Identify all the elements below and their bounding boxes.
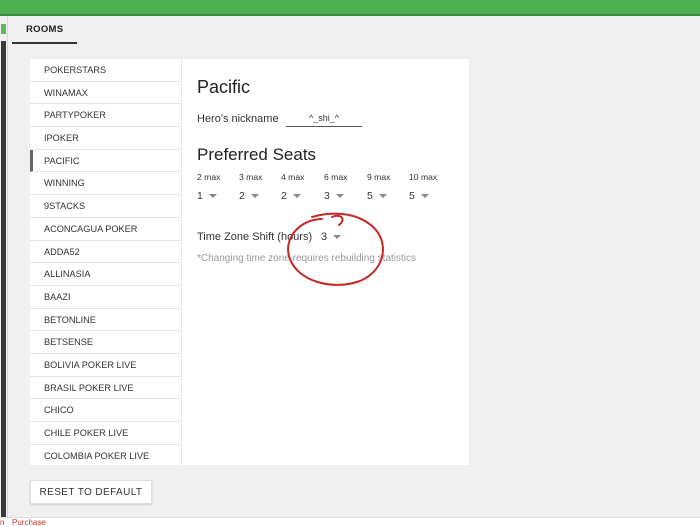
dropdown-caret-icon xyxy=(378,194,387,198)
timezone-value: 3 xyxy=(321,231,328,243)
seat-9max: 9 max 5 xyxy=(367,172,405,202)
nickname-label: Hero's nickname xyxy=(197,113,279,125)
dropdown-caret-icon xyxy=(250,194,259,198)
seat-value: 2 xyxy=(239,190,245,202)
left-rail xyxy=(0,16,8,527)
timezone-note: *Changing time zone requires rebuilding … xyxy=(197,253,417,264)
reset-to-default-button[interactable]: RESET TO DEFAULT xyxy=(30,480,152,504)
tab-rooms[interactable]: ROOMS xyxy=(12,16,78,44)
seat-label: 2 max xyxy=(197,172,221,182)
seat-label: 4 max xyxy=(281,172,305,182)
timezone-label: Time Zone Shift (hours) xyxy=(197,231,313,243)
seat-label: 9 max xyxy=(367,172,391,182)
top-accent-bar xyxy=(0,0,700,16)
room-item-pacific[interactable]: PACIFIC xyxy=(30,149,181,173)
status-bar xyxy=(0,517,700,527)
room-item-bolivia-poker-live[interactable]: BOLIVIA POKER LIVE xyxy=(30,354,181,377)
seat-6max: 6 max 3 xyxy=(324,172,362,202)
rooms-list: POKERSTARS WINAMAX PARTYPOKER IPOKER PAC… xyxy=(30,59,182,465)
dropdown-caret-icon xyxy=(292,194,301,198)
seat-value: 5 xyxy=(409,190,415,202)
purchase-link[interactable]: Purchase xyxy=(12,518,46,527)
seat-value: 2 xyxy=(281,190,287,202)
room-item-chico[interactable]: CHICO xyxy=(30,399,181,422)
timezone-select[interactable]: 3 xyxy=(321,231,342,243)
dropdown-caret-icon xyxy=(420,194,429,198)
tab-bar: ROOMS xyxy=(12,16,78,44)
seat-3max: 3 max 2 xyxy=(239,172,277,202)
room-item-betsense[interactable]: BETSENSE xyxy=(30,331,181,354)
room-item-winning[interactable]: WINNING xyxy=(30,172,181,196)
room-item-allinasia[interactable]: ALLINASIA xyxy=(30,263,181,286)
room-item-pokerstars[interactable]: POKERSTARS xyxy=(30,59,181,82)
status-indicator xyxy=(1,24,6,34)
seat-label: 3 max xyxy=(239,172,263,182)
seat-select-2max[interactable]: 1 xyxy=(197,190,235,202)
seat-value: 3 xyxy=(324,190,330,202)
preferred-seats-heading: Preferred Seats xyxy=(197,145,317,164)
window-edge xyxy=(1,41,6,521)
room-item-partypoker[interactable]: PARTYPOKER xyxy=(30,104,181,128)
dropdown-caret-icon xyxy=(208,194,217,198)
dropdown-caret-icon xyxy=(333,235,342,239)
seat-select-9max[interactable]: 5 xyxy=(367,190,405,202)
room-item-adda52[interactable]: ADDA52 xyxy=(30,241,181,264)
status-glyph: n xyxy=(0,518,5,527)
room-item-winamax[interactable]: WINAMAX xyxy=(30,82,181,105)
room-title: Pacific xyxy=(197,77,251,97)
seat-label: 6 max xyxy=(324,172,348,182)
room-item-baazi[interactable]: BAAZI xyxy=(30,286,181,309)
room-item-betonline[interactable]: BETONLINE xyxy=(30,309,181,332)
seat-10max: 10 max 5 xyxy=(409,172,447,202)
seat-2max: 2 max 1 xyxy=(197,172,235,202)
seat-4max: 4 max 2 xyxy=(281,172,319,202)
room-item-colombia-poker-live[interactable]: COLOMBIA POKER LIVE xyxy=(30,445,181,465)
room-item-aconcagua-poker[interactable]: ACONCAGUA POKER xyxy=(30,218,181,241)
room-item-ipoker[interactable]: IPOKER xyxy=(30,127,181,150)
room-item-brasil-poker-live[interactable]: BRASIL POKER LIVE xyxy=(30,377,181,400)
dropdown-caret-icon xyxy=(335,194,344,198)
seat-value: 5 xyxy=(367,190,373,202)
seat-select-4max[interactable]: 2 xyxy=(281,190,319,202)
room-item-chile-poker-live[interactable]: CHILE POKER LIVE xyxy=(30,422,181,445)
seat-select-10max[interactable]: 5 xyxy=(409,190,447,202)
seat-value: 1 xyxy=(197,190,203,202)
seat-label: 10 max xyxy=(409,172,438,182)
seat-select-3max[interactable]: 2 xyxy=(239,190,277,202)
seat-select-6max[interactable]: 3 xyxy=(324,190,362,202)
room-item-9stacks[interactable]: 9STACKS xyxy=(30,195,181,218)
room-settings-panel: Pacific Hero's nickname Preferred Seats … xyxy=(182,59,469,465)
nickname-input[interactable] xyxy=(286,109,362,127)
